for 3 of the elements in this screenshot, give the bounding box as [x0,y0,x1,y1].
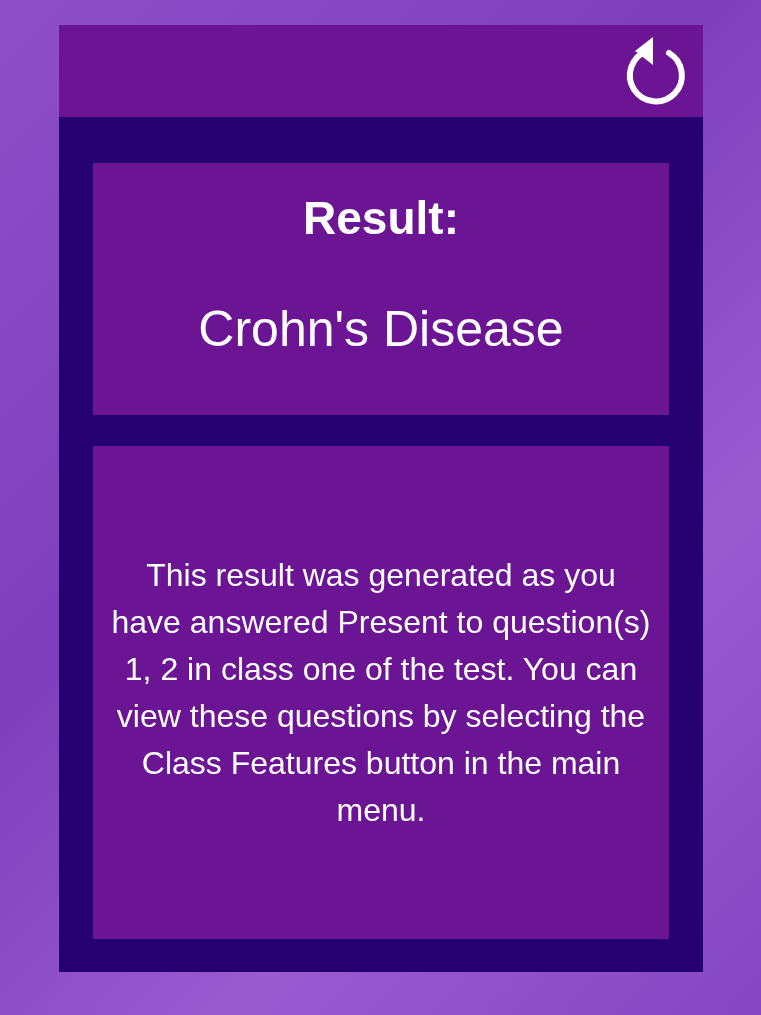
result-heading: Result: [303,191,459,246]
diagnosis-text: Crohn's Disease [198,300,564,360]
explanation-text: This result was generated as you have answered Present to question(s) 1, 2 in class one of the test. You can view these questions by selecting the Class Features button in the main menu. [110,555,652,830]
